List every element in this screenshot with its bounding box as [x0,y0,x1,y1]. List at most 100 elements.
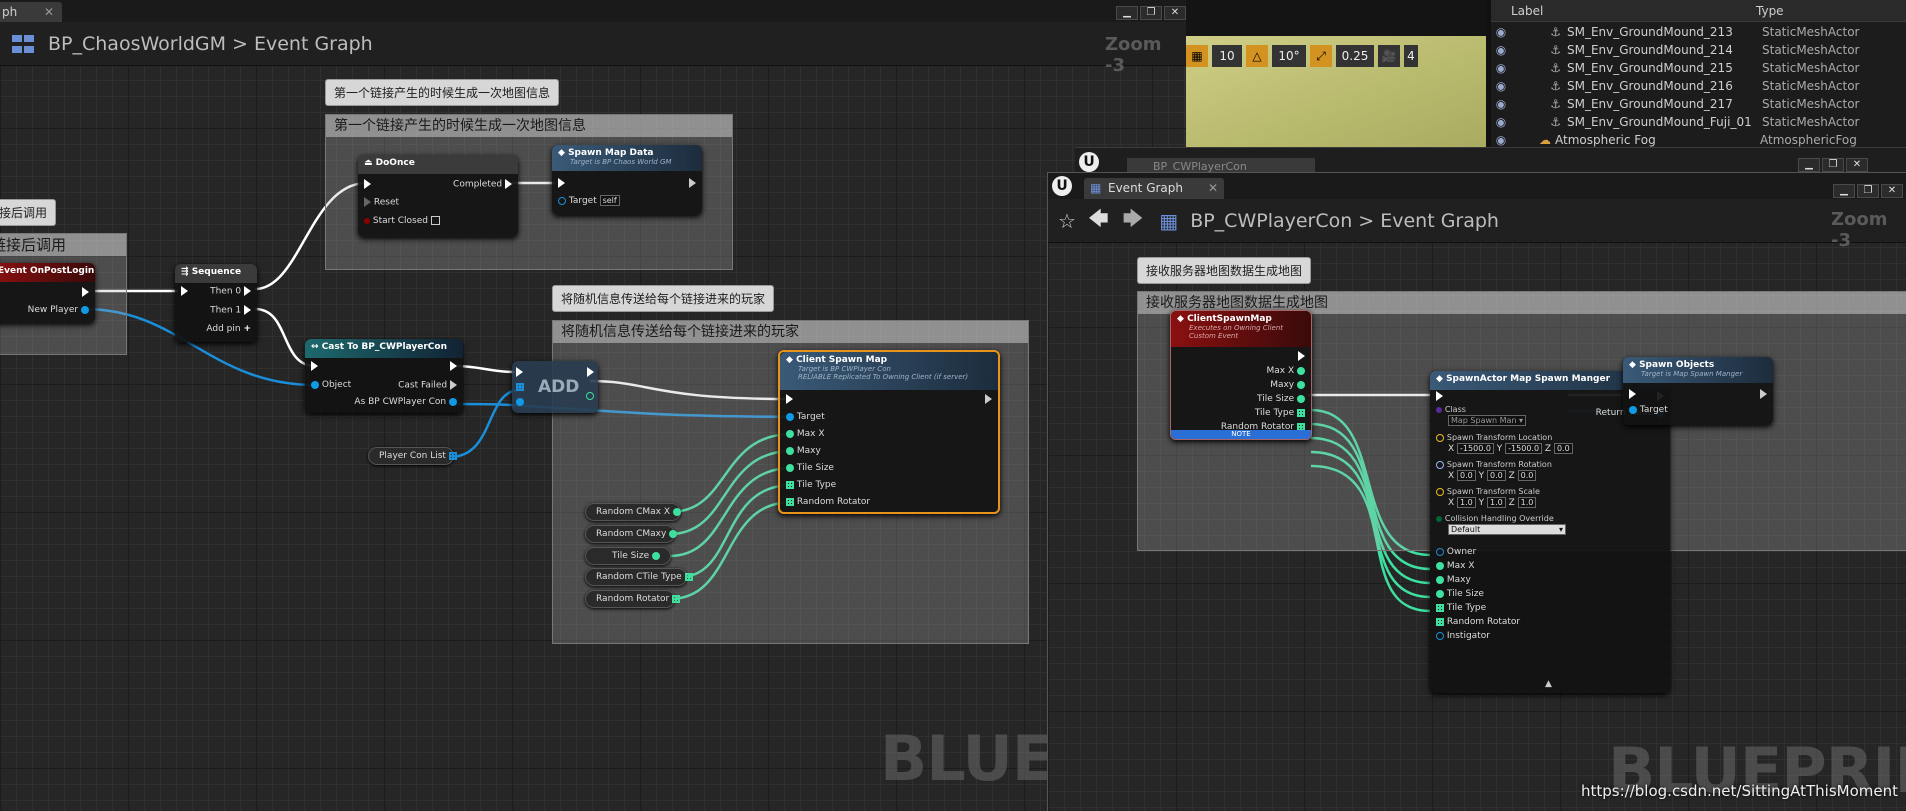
pin-tile-type[interactable]: Tile Type [1255,408,1305,418]
node-event-onpostlogin[interactable]: Event OnPostLogin New Player [0,263,95,323]
var-random-rotator[interactable]: Random Rotator [585,590,681,608]
outliner-row[interactable]: ◉ ⚓ SM_Env_GroundMound_215 StaticMeshActor [1491,59,1906,77]
exec-in-pin[interactable] [311,361,318,372]
node-spawn-objects[interactable]: ◆ Spawn Objects Target is Map Spawn Mange… [1623,357,1773,425]
pin-object[interactable]: Object [311,380,351,390]
minimize-button[interactable]: ▁ [1833,184,1855,198]
pin-maxy[interactable]: Maxy [1436,575,1471,585]
level-viewport[interactable]: ▦ 10 △ 10° ⤢ 0.25 🎥 4 [1186,0,1491,147]
exec-out-pin[interactable] [1298,351,1305,362]
target-self-box[interactable]: self [599,195,620,206]
minimize-button[interactable]: ▁ [1798,158,1820,172]
pin-tile-size[interactable]: Tile Size [786,463,834,473]
pin-cast-failed[interactable]: Cast Failed [398,380,457,391]
pin-spawn-location[interactable]: Spawn Transform Location X -1500.0 Y -150… [1436,433,1573,454]
int-out-pin[interactable] [586,391,594,401]
eye-icon[interactable]: ◉ [1491,95,1511,113]
pin-tile-size[interactable]: Tile Size [1436,589,1484,599]
snap-grid-icon[interactable]: ▦ [1186,45,1208,67]
pin-max-x[interactable]: Max X [1436,561,1475,571]
pin-reset[interactable]: Reset [364,197,399,208]
node-sequence[interactable]: ⇶ Sequence Then 0 Then 1 Add pin + [175,264,257,342]
eye-icon[interactable]: ◉ [1491,77,1511,95]
collision-dropdown[interactable]: Default ▾ [1448,524,1566,535]
eye-icon[interactable]: ◉ [1491,41,1511,59]
node-clientspawnmap-event[interactable]: ◆ ClientSpawnMap Executes on Owning Clie… [1170,310,1312,440]
exec-out-pin[interactable] [82,287,89,298]
exec-in-pin[interactable] [181,286,188,297]
pin-random-rotator[interactable]: Random Rotator [1436,617,1520,627]
pin-max-x[interactable]: Max X [786,429,825,439]
var-random-cmaxy[interactable]: Random CMaxy [585,525,678,543]
pin-owner[interactable]: Owner [1436,547,1476,557]
pin-then-0[interactable]: Then 0 [210,286,251,297]
exec-out-pin[interactable] [689,178,696,189]
pin-start-closed[interactable]: Start Closed [364,216,440,226]
pin-class[interactable]: Class Map Spawn Man ▾ [1436,405,1527,426]
pin-completed[interactable]: Completed [453,179,512,190]
collapse-arrow-icon[interactable]: ▲ [1545,679,1552,689]
camera-speed-icon[interactable]: 🎥 [1378,45,1400,67]
outliner-row[interactable]: ◉ ⚓ SM_Env_GroundMound_216 StaticMeshActor [1491,77,1906,95]
item-in-pin[interactable] [516,397,524,407]
node-cast-to-playercon[interactable]: ↔ Cast To BP_CWPlayerCon Object Cast Fai… [305,339,463,413]
pin-new-player[interactable]: New Player [28,305,89,315]
pin-tile-size[interactable]: Tile Size [1257,394,1305,404]
column-label[interactable]: Label [1511,4,1756,18]
eye-icon[interactable]: ◉ [1491,59,1511,77]
var-player-con-list[interactable]: Player Con List [368,447,457,465]
eye-icon[interactable]: ◉ [1491,113,1511,131]
pin-maxy[interactable]: Maxy [1270,380,1305,390]
grid-snap-value[interactable]: 10 [1212,45,1242,67]
node-add-array[interactable]: ADD [512,361,598,413]
pin-as-playercon[interactable]: As BP CWPlayer Con [354,397,457,407]
scale-snap-value[interactable]: 0.25 [1336,45,1374,67]
outliner-row[interactable]: ◉ ⚓ SM_Env_GroundMound_213 StaticMeshActor [1491,23,1906,41]
class-dropdown[interactable]: Map Spawn Man ▾ [1448,415,1527,426]
pin-maxy[interactable]: Maxy [786,446,821,456]
exec-in-pin[interactable] [1436,391,1443,402]
array-in-pin[interactable] [516,382,524,392]
close-button[interactable]: ✕ [1846,158,1868,172]
close-button[interactable]: ✕ [1881,184,1903,198]
note-badge[interactable]: NOTE [1171,430,1311,439]
left-graph-panel[interactable]: ph ✕ ▁ ❐ ✕ BP_ChaosWorldGM > Event Graph Z… [0,0,1186,811]
camera-speed-value[interactable]: 4 [1404,45,1418,67]
maximize-button[interactable]: ❐ [1822,158,1844,172]
node-client-spawn-map[interactable]: ◆ Client Spawn Map Target is BP CWPlayer… [778,350,1000,514]
pin-random-rotator[interactable]: Random Rotator [786,497,870,507]
pin-collision-handling[interactable]: Collision Handling Override Default ▾ [1436,514,1566,535]
rotation-snap-icon[interactable]: △ [1246,45,1268,67]
pin-tile-type[interactable]: Tile Type [1436,603,1486,613]
var-random-cmax-x[interactable]: Random CMax X [585,503,681,521]
column-type[interactable]: Type [1756,4,1784,18]
add-pin-button[interactable]: Add pin + [206,324,251,334]
pin-spawn-scale[interactable]: Spawn Transform Scale X 1.0 Y 1.0 Z 1.0 [1436,487,1540,508]
right-tab[interactable]: ▦ Event Graph ✕ [1084,178,1224,199]
pin-then-1[interactable]: Then 1 [210,305,251,316]
exec-in-pin[interactable] [786,394,793,405]
var-random-ctile-type[interactable]: Random CTile Type [585,568,693,586]
exec-out-pin[interactable] [450,361,457,372]
exec-in-pin[interactable] [558,178,565,189]
pin-max-x[interactable]: Max X [1266,366,1305,376]
outliner-row[interactable]: ◉ ⚓ SM_Env_GroundMound_Fuji_01 StaticMeshAc… [1491,113,1906,131]
exec-out-pin[interactable] [587,367,594,378]
rotation-snap-value[interactable]: 10° [1272,45,1306,67]
pin-tile-type[interactable]: Tile Type [786,480,836,490]
pin-instigator[interactable]: Instigator [1436,631,1490,641]
pin-target[interactable]: Target [786,412,825,422]
close-icon[interactable]: ✕ [1208,178,1218,199]
outliner-row[interactable]: ◉ ⚓ SM_Env_GroundMound_217 StaticMeshActor [1491,95,1906,113]
pin-target[interactable]: Target [1629,405,1668,415]
exec-in-pin[interactable] [364,179,371,190]
right-titlebar[interactable]: U ▦ Event Graph ✕ ▁ ❐ ✕ [1048,173,1906,199]
maximize-button[interactable]: ❐ [1857,184,1879,198]
node-spawn-map-data[interactable]: ◆ Spawn Map Data Target is BP Chaos World… [552,145,702,215]
right-graph-panel[interactable]: ☆ 🡄 🡆 ▦ BP_CWPlayerCon > Event Graph Zoo… [1048,199,1906,811]
var-tile-size[interactable]: Tile Size [585,547,671,565]
checkbox[interactable] [430,216,440,225]
exec-in-pin[interactable] [1629,389,1636,400]
back-window-titlebar[interactable]: U BP_CWPlayerCon ▁ ❐ ✕ [1075,147,1906,176]
outliner-row[interactable]: ◉ ⚓ SM_Env_GroundMound_214 StaticMeshActor [1491,41,1906,59]
